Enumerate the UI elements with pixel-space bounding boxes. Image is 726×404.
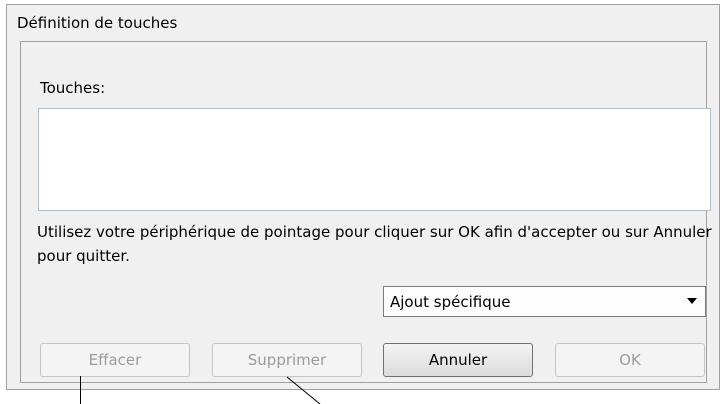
action-type-dropdown[interactable]: Ajout spécifique bbox=[383, 286, 706, 317]
chevron-down-icon bbox=[687, 298, 697, 304]
keys-input[interactable] bbox=[38, 108, 711, 211]
instructions-text: Utilisez votre périphérique de pointage … bbox=[37, 223, 712, 265]
dialog-title: Définition de touches bbox=[17, 14, 178, 32]
title-bar: Définition de touches bbox=[7, 5, 719, 41]
keys-label: Touches: bbox=[40, 79, 106, 97]
action-type-selected: Ajout spécifique bbox=[390, 293, 511, 311]
callout-line-delete bbox=[286, 376, 321, 404]
clear-button[interactable]: Effacer bbox=[40, 343, 190, 377]
cancel-button[interactable]: Annuler bbox=[383, 343, 533, 377]
delete-button[interactable]: Supprimer bbox=[212, 343, 362, 377]
ok-button[interactable]: OK bbox=[555, 343, 705, 377]
dialog-content-frame bbox=[20, 41, 707, 383]
callout-line-clear bbox=[80, 376, 81, 404]
